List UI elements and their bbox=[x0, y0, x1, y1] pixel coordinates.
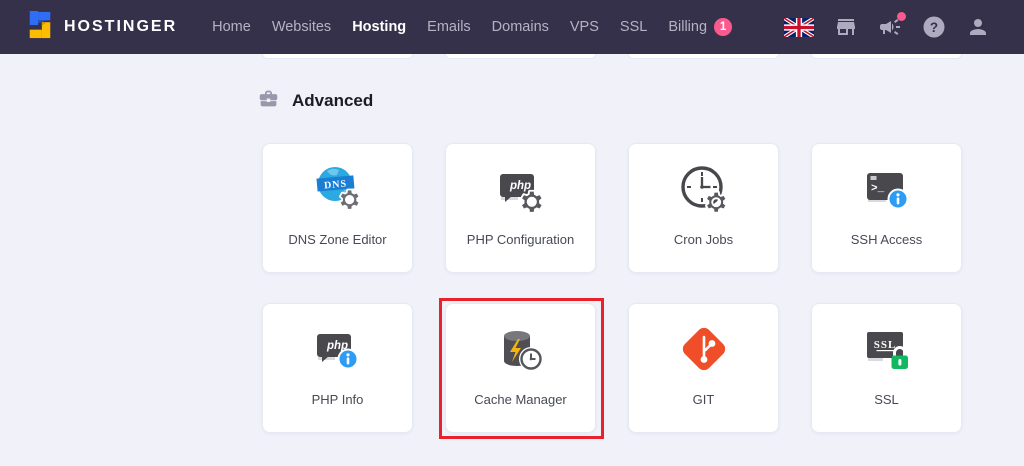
card-ssh-access[interactable]: >_ SSH Access bbox=[811, 143, 962, 273]
nav-item-billing-label: Billing bbox=[668, 19, 707, 35]
advanced-tools-grid: DNS DNS Zone Editor php PHP Configuratio… bbox=[262, 143, 962, 433]
card-label: GIT bbox=[693, 392, 715, 407]
store-icon[interactable] bbox=[834, 15, 858, 39]
php-info-icon: php bbox=[310, 322, 366, 380]
partial-card-bottom bbox=[262, 54, 413, 59]
nav-item-billing[interactable]: Billing 1 bbox=[668, 18, 732, 36]
card-label: PHP Info bbox=[312, 392, 364, 407]
nav-icon-group: ? bbox=[784, 15, 990, 39]
brand-name: HOSTINGER bbox=[64, 18, 177, 36]
card-ssl[interactable]: SSL SSL bbox=[811, 303, 962, 433]
card-label: SSL bbox=[874, 392, 899, 407]
account-icon[interactable] bbox=[966, 15, 990, 39]
card-label: PHP Configuration bbox=[467, 232, 574, 247]
svg-text:DNS: DNS bbox=[323, 178, 347, 191]
language-flag-icon[interactable] bbox=[784, 18, 814, 37]
svg-text:php: php bbox=[509, 180, 531, 192]
php-gear-icon: php bbox=[493, 162, 549, 220]
git-branch-icon bbox=[676, 322, 732, 380]
terminal-info-icon: >_ bbox=[859, 162, 915, 220]
card-php-info[interactable]: php PHP Info bbox=[262, 303, 413, 433]
svg-text:SSL: SSL bbox=[873, 339, 896, 351]
dns-globe-gear-icon: DNS bbox=[310, 162, 366, 220]
partial-card-bottom bbox=[628, 54, 779, 59]
briefcase-icon bbox=[258, 88, 279, 114]
partial-card-bottom bbox=[445, 54, 596, 59]
card-label: SSH Access bbox=[851, 232, 923, 247]
hostinger-logo[interactable]: HOSTINGER bbox=[26, 10, 177, 45]
nav-item-domains[interactable]: Domains bbox=[492, 19, 549, 35]
section-title: Advanced bbox=[292, 91, 373, 111]
card-php-configuration[interactable]: php PHP Configuration bbox=[445, 143, 596, 273]
card-label: Cron Jobs bbox=[674, 232, 733, 247]
help-icon[interactable]: ? bbox=[922, 15, 946, 39]
card-label: Cache Manager bbox=[474, 392, 567, 407]
card-cron-jobs[interactable]: Cron Jobs bbox=[628, 143, 779, 273]
clock-gear-icon bbox=[676, 162, 732, 220]
nav-item-home[interactable]: Home bbox=[212, 19, 251, 35]
top-navbar: HOSTINGER Home Websites Hosting Emails D… bbox=[0, 0, 1024, 54]
nav-item-emails[interactable]: Emails bbox=[427, 19, 471, 35]
card-git[interactable]: GIT bbox=[628, 303, 779, 433]
nav-item-websites[interactable]: Websites bbox=[272, 19, 331, 35]
notification-dot bbox=[897, 12, 906, 21]
hpanel-page: HOSTINGER Home Websites Hosting Emails D… bbox=[0, 0, 1024, 466]
svg-text:>_: >_ bbox=[871, 183, 885, 195]
nav-item-vps[interactable]: VPS bbox=[570, 19, 599, 35]
svg-text:?: ? bbox=[930, 20, 938, 35]
card-label: DNS Zone Editor bbox=[288, 232, 386, 247]
database-clock-icon bbox=[493, 322, 549, 380]
billing-count-badge: 1 bbox=[714, 18, 732, 36]
ssl-lock-icon: SSL bbox=[859, 322, 915, 380]
nav-item-hosting[interactable]: Hosting bbox=[352, 19, 406, 35]
card-cache-manager[interactable]: Cache Manager bbox=[445, 303, 596, 433]
announcements-icon[interactable] bbox=[878, 15, 902, 39]
nav-item-ssl[interactable]: SSL bbox=[620, 19, 647, 35]
nav-menu: Home Websites Hosting Emails Domains VPS… bbox=[212, 18, 732, 36]
advanced-section-header: Advanced bbox=[258, 88, 373, 114]
hostinger-logo-icon bbox=[26, 10, 54, 45]
card-dns-zone-editor[interactable]: DNS DNS Zone Editor bbox=[262, 143, 413, 273]
partial-card-bottom bbox=[811, 54, 962, 59]
